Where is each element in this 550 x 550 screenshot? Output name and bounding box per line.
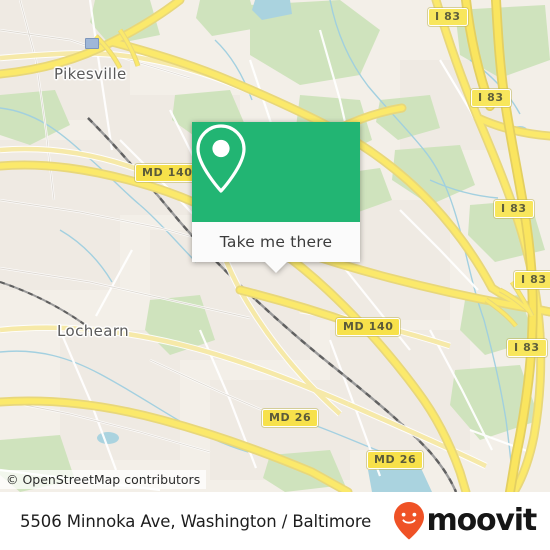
bottom-info-bar: 5506 Minnoka Ave, Washington / Baltimore… (0, 492, 550, 550)
highway-shield-i83[interactable]: I 83 (494, 200, 534, 218)
highway-shield-i83[interactable]: I 83 (471, 89, 511, 107)
highway-shield-i83[interactable]: I 83 (428, 8, 468, 26)
location-callout-card[interactable]: Take me there (192, 122, 360, 273)
highway-shield-md140[interactable]: MD 140 (336, 318, 401, 336)
callout-pointer (265, 262, 287, 273)
take-me-there-label: Take me there (219, 233, 333, 251)
moovit-map-screenshot: Pikesville Lochearn I 83 I 83 I 83 I 83 … (0, 0, 550, 550)
highway-shield-md26[interactable]: MD 26 (262, 409, 319, 427)
highway-shield-i83[interactable]: I 83 (514, 271, 550, 289)
map-place-label: Lochearn (57, 322, 130, 340)
moovit-brand[interactable]: moovit (392, 501, 538, 541)
moovit-pin-icon (393, 502, 424, 540)
mini-highway-shield-i695[interactable] (85, 38, 99, 49)
highway-shield-md140[interactable]: MD 140 (135, 164, 200, 182)
map-place-label: Pikesville (54, 65, 127, 83)
take-me-there-button[interactable]: Take me there (192, 222, 360, 262)
highway-shield-i83[interactable]: I 83 (507, 339, 547, 357)
location-pin-icon (196, 124, 246, 193)
highway-shield-md26[interactable]: MD 26 (367, 451, 424, 469)
address-label: 5506 Minnoka Ave, Washington / Baltimore (20, 511, 372, 531)
map-canvas[interactable]: Pikesville Lochearn I 83 I 83 I 83 I 83 … (0, 0, 550, 492)
callout-icon-area (192, 122, 360, 222)
moovit-wordmark: moovit (426, 503, 538, 538)
osm-attribution[interactable]: © OpenStreetMap contributors (0, 470, 207, 489)
